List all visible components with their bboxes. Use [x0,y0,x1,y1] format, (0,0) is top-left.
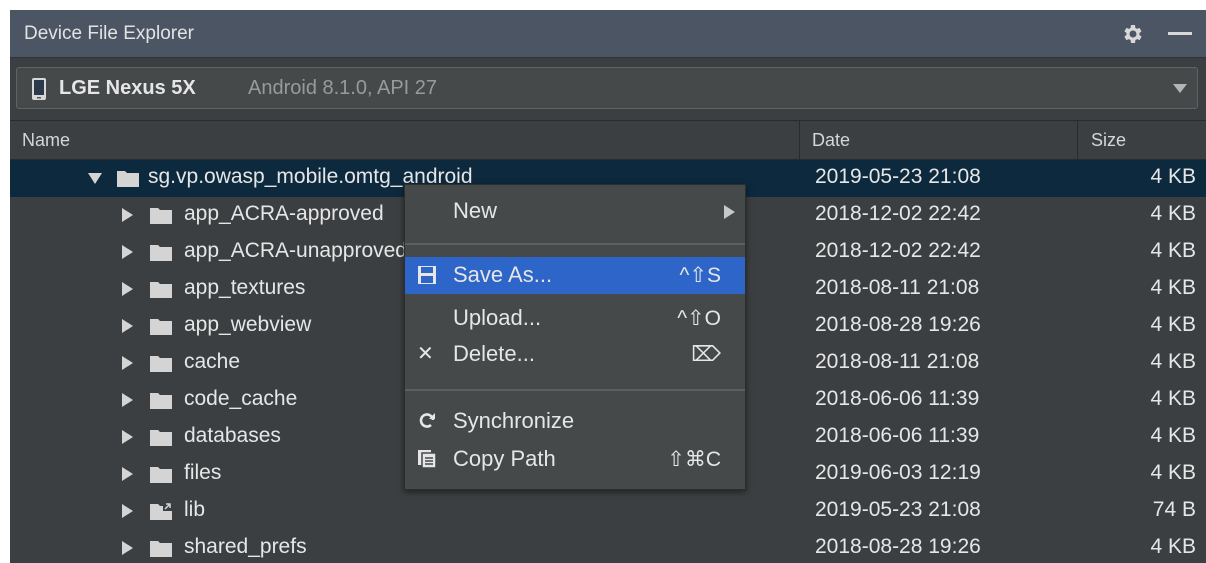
menu-item-label: New [453,198,498,223]
column-divider[interactable] [799,121,800,159]
expand-arrow-icon[interactable] [88,173,102,184]
device-name: LGE Nexus 5X [59,77,196,99]
column-date-header[interactable]: Date [812,121,850,159]
gear-icon[interactable] [1120,22,1144,46]
menu-item-label: Copy Path [453,446,556,471]
submenu-arrow-icon [724,205,735,219]
menu-item-synchronize[interactable]: Synchronize [405,403,745,440]
expand-arrow-icon[interactable] [122,282,133,296]
column-divider[interactable] [1077,121,1078,159]
minimize-icon[interactable] [1168,32,1192,35]
file-date: 2019-06-03 12:19 [815,461,981,484]
file-size: 4 KB [1150,313,1196,336]
folder-icon [150,245,172,261]
folder-icon [150,541,172,557]
file-date: 2018-08-11 21:08 [815,350,980,373]
file-date: 2018-06-06 11:39 [815,387,980,410]
file-name: app_ACRA-approved [184,202,384,225]
file-date: 2018-12-02 22:42 [815,202,981,225]
file-size: 4 KB [1150,239,1196,262]
shortcut-label: ^⇧O [677,307,721,330]
folder-icon [117,171,139,187]
file-name: shared_prefs [184,535,307,558]
device-details: Android 8.1.0, API 27 [248,77,438,99]
column-name-header[interactable]: Name [22,121,70,159]
expand-arrow-icon[interactable] [122,245,133,259]
menu-separator [405,243,745,245]
folder-icon [150,393,172,409]
panel-titlebar: Device File Explorer [10,10,1206,58]
file-name: cache [184,350,241,373]
file-size: 74 B [1152,498,1196,521]
sync-icon [419,413,435,428]
shortcut-label: ⌦ [691,343,721,366]
expand-arrow-icon[interactable] [122,430,133,444]
folder-icon [150,319,172,335]
expand-arrow-icon[interactable] [122,356,133,370]
file-size: 4 KB [1150,276,1196,299]
column-size-header[interactable]: Size [1091,121,1126,159]
file-name: app_webview [184,313,312,336]
menu-item-label: Synchronize [453,408,575,433]
menu-item-save-as[interactable]: Save As... ^⇧S [405,257,745,294]
panel-title: Device File Explorer [24,23,194,44]
menu-item-label: Save As... [453,262,553,287]
file-name: app_ACRA-unapproved [184,239,407,262]
shortcut-label: ^⇧S [679,264,721,287]
file-date: 2018-12-02 22:42 [815,239,981,262]
expand-arrow-icon[interactable] [122,319,133,333]
chevron-down-icon[interactable] [1173,84,1187,93]
file-name: lib [184,498,206,521]
menu-item-delete[interactable]: ✕ Delete... ⌦ [405,336,745,373]
file-date: 2018-06-06 11:39 [815,424,980,447]
file-date: 2018-08-28 19:26 [815,313,981,336]
column-header: Name Date Size [10,120,1206,160]
shortcut-label: ⇧⌘C [667,448,721,471]
file-name: code_cache [184,387,298,410]
file-name: files [184,461,222,484]
expand-arrow-icon[interactable] [122,467,133,481]
menu-item-upload[interactable]: Upload... ^⇧O [405,300,745,337]
copy-icon [418,450,437,469]
device-file-explorer-panel: Device File Explorer LGE Nexus 5X Androi… [10,10,1206,563]
folder-icon [150,430,172,446]
expand-arrow-icon[interactable] [122,208,133,222]
table-row[interactable]: shared_prefs 2018-08-28 19:26 4 KB [10,530,1206,563]
expand-arrow-icon[interactable] [122,504,133,518]
folder-icon [150,282,172,298]
phone-icon [32,78,46,100]
folder-icon [150,467,172,483]
menu-item-label: Delete... [453,341,535,366]
save-icon [418,266,436,284]
file-size: 4 KB [1150,535,1196,558]
file-size: 4 KB [1150,202,1196,225]
file-size: 4 KB [1150,165,1196,188]
file-size: 4 KB [1150,387,1196,410]
expand-arrow-icon[interactable] [122,541,133,555]
file-date: 2019-05-23 21:08 [815,165,981,188]
menu-separator [405,389,745,391]
menu-item-copy-path[interactable]: Copy Path ⇧⌘C [405,441,745,478]
menu-item-new[interactable]: New [405,193,745,230]
device-selector[interactable]: LGE Nexus 5X Android 8.1.0, API 27 [16,67,1198,109]
file-size: 4 KB [1150,424,1196,447]
file-size: 4 KB [1150,461,1196,484]
menu-item-label: Upload... [453,305,542,330]
expand-arrow-icon[interactable] [122,393,133,407]
table-row[interactable]: lib 2019-05-23 21:08 74 B [10,493,1206,530]
folder-link-icon [150,502,172,520]
file-size: 4 KB [1150,350,1196,373]
file-name: app_textures [184,276,306,299]
folder-icon [150,356,172,372]
delete-x-icon: ✕ [417,343,434,365]
file-date: 2018-08-11 21:08 [815,276,980,299]
file-date: 2018-08-28 19:26 [815,535,981,558]
context-menu: New Save As... ^⇧S Upload... ^⇧O ✕ Delet… [404,184,746,490]
folder-icon [150,208,172,224]
file-date: 2019-05-23 21:08 [815,498,981,521]
file-name: databases [184,424,281,447]
